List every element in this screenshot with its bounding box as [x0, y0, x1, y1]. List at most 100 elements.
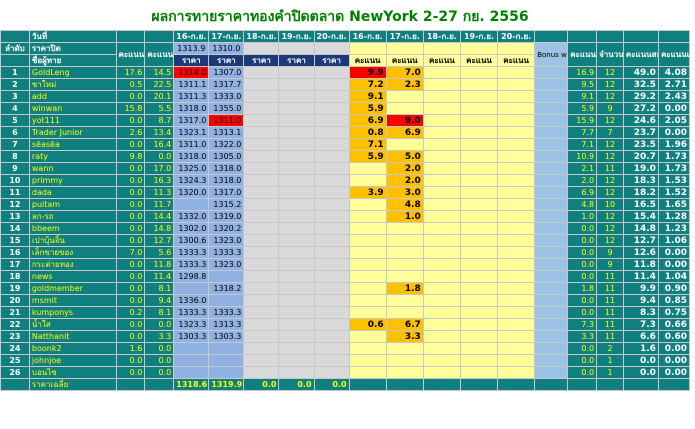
total-score: 14.8 — [622, 222, 659, 235]
daily-score — [459, 258, 499, 271]
daily-score — [459, 198, 499, 211]
count-cell: 12 — [596, 186, 624, 199]
bonus-score — [534, 282, 569, 295]
price-guess: 1311.0 — [208, 114, 245, 127]
week3-score: 0.0 — [567, 342, 598, 355]
bonus-score — [534, 198, 569, 211]
daily-score — [348, 174, 387, 187]
bonus-header-top — [534, 30, 569, 43]
price-guess — [313, 210, 350, 223]
header-row-dates: วันที่ 16-ก.ย. 17-ก.ย. 18-ก.ย. 19-ก.ย. 20-ก.ย… — [0, 30, 691, 43]
price-guess: 1302.0 — [173, 222, 210, 235]
price-guess: 1333.3 — [208, 246, 245, 259]
daily-score — [348, 162, 387, 175]
player-name: sēasēa — [28, 138, 117, 151]
price-guess — [313, 330, 350, 343]
rank-cell: 19 — [0, 282, 30, 295]
price-guess: 1317.0 — [208, 186, 245, 199]
total-score: 11.4 — [622, 270, 659, 283]
price-guess: 1314.0 — [173, 66, 210, 79]
price-guess: 1315.2 — [208, 198, 245, 211]
daily-score — [348, 198, 387, 211]
week3-score: 0.0 — [567, 270, 598, 283]
bonus-score — [534, 126, 569, 139]
daily-score — [422, 366, 461, 379]
daily-score — [385, 270, 424, 283]
price-guess: 1313.3 — [208, 318, 245, 331]
daily-score: 6.7 — [385, 318, 424, 331]
price-guess — [243, 318, 280, 331]
daily-score — [348, 270, 387, 283]
price-guess: 1320.0 — [173, 186, 210, 199]
week2-score: 14.4 — [144, 210, 175, 223]
price-guess — [278, 210, 315, 223]
table-row: 3 add 0.0 20.1 1311.3 1333.0 9.1 9.1 12 29.2 2.43 — [0, 90, 691, 103]
week2-score: 8.7 — [144, 114, 175, 127]
score-col-label: คะแนน — [348, 54, 387, 67]
week3-score: 0.0 — [567, 366, 598, 379]
date-header: 16-ก.ย. — [348, 30, 387, 43]
daily-score — [422, 282, 461, 295]
player-name: dada — [28, 186, 117, 199]
avg-row-blank — [0, 378, 30, 391]
price-guess — [243, 270, 280, 283]
week1-score: 0.0 — [115, 174, 146, 187]
price-guess — [313, 162, 350, 175]
price-guess — [278, 138, 315, 151]
total-score: 49.0 — [622, 66, 659, 79]
count-cell: 9 — [596, 258, 624, 271]
avg-row-w1 — [115, 378, 146, 391]
date-header: 20-ก.ย. — [313, 30, 350, 43]
daily-score — [385, 342, 424, 355]
price-guess: 1320.2 — [208, 222, 245, 235]
daily-score — [422, 114, 461, 127]
daily-score — [422, 126, 461, 139]
price-guess — [173, 354, 210, 367]
price-guess — [243, 330, 280, 343]
bonus-score — [534, 90, 569, 103]
week3-label: คะแนน week3 — [567, 42, 598, 67]
price-guess — [278, 270, 315, 283]
week2-score: 11.7 — [144, 198, 175, 211]
player-name: yot111 — [28, 114, 117, 127]
daily-score — [459, 342, 499, 355]
daily-score — [497, 174, 536, 187]
daily-score — [497, 282, 536, 295]
bonus-score — [534, 78, 569, 91]
price-guess: 1323.3 — [173, 318, 210, 331]
bonus-score — [534, 162, 569, 175]
player-name: raty — [28, 150, 117, 163]
bonus-score — [534, 150, 569, 163]
week1-score: 0.0 — [115, 222, 146, 235]
player-name: GoldLeng — [28, 66, 117, 79]
price-guess — [243, 150, 280, 163]
count-cell: 11 — [596, 318, 624, 331]
player-name: น้ำใส — [28, 318, 117, 331]
table-row: 7 sēasēa 0.0 16.4 1311.0 1322.0 7.1 7.1 12 23.5 1.… — [0, 138, 691, 151]
price-guess — [243, 138, 280, 151]
week3-score: 3.3 — [567, 330, 598, 343]
price-guess: 1303.3 — [208, 330, 245, 343]
avg-score: 1.52 — [657, 186, 691, 199]
daily-score — [497, 354, 536, 367]
price-guess — [243, 162, 280, 175]
price-guess: 1355.0 — [208, 102, 245, 115]
count-cell: 11 — [596, 270, 624, 283]
avg-score: 4.08 — [657, 66, 691, 79]
daily-score — [497, 222, 536, 235]
week3-score: 15.9 — [567, 114, 598, 127]
week1-score: 9.8 — [115, 150, 146, 163]
daily-score — [348, 366, 387, 379]
total-score: 8.3 — [622, 306, 659, 319]
avg-row-w2 — [144, 378, 175, 391]
week2-score: 8.1 — [144, 306, 175, 319]
daily-score: 3.0 — [385, 186, 424, 199]
price-guess: 1333.0 — [208, 90, 245, 103]
daily-score — [422, 198, 461, 211]
week3-score: 0.0 — [567, 234, 598, 247]
daily-score — [422, 222, 461, 235]
price-guess — [313, 270, 350, 283]
avg-score: 0.00 — [657, 246, 691, 259]
count-cell: 11 — [596, 282, 624, 295]
table-row: 16 เล็กขายของ 7.0 5.6 1333.3 1333.3 0.0 9 12.6 0.… — [0, 246, 691, 259]
